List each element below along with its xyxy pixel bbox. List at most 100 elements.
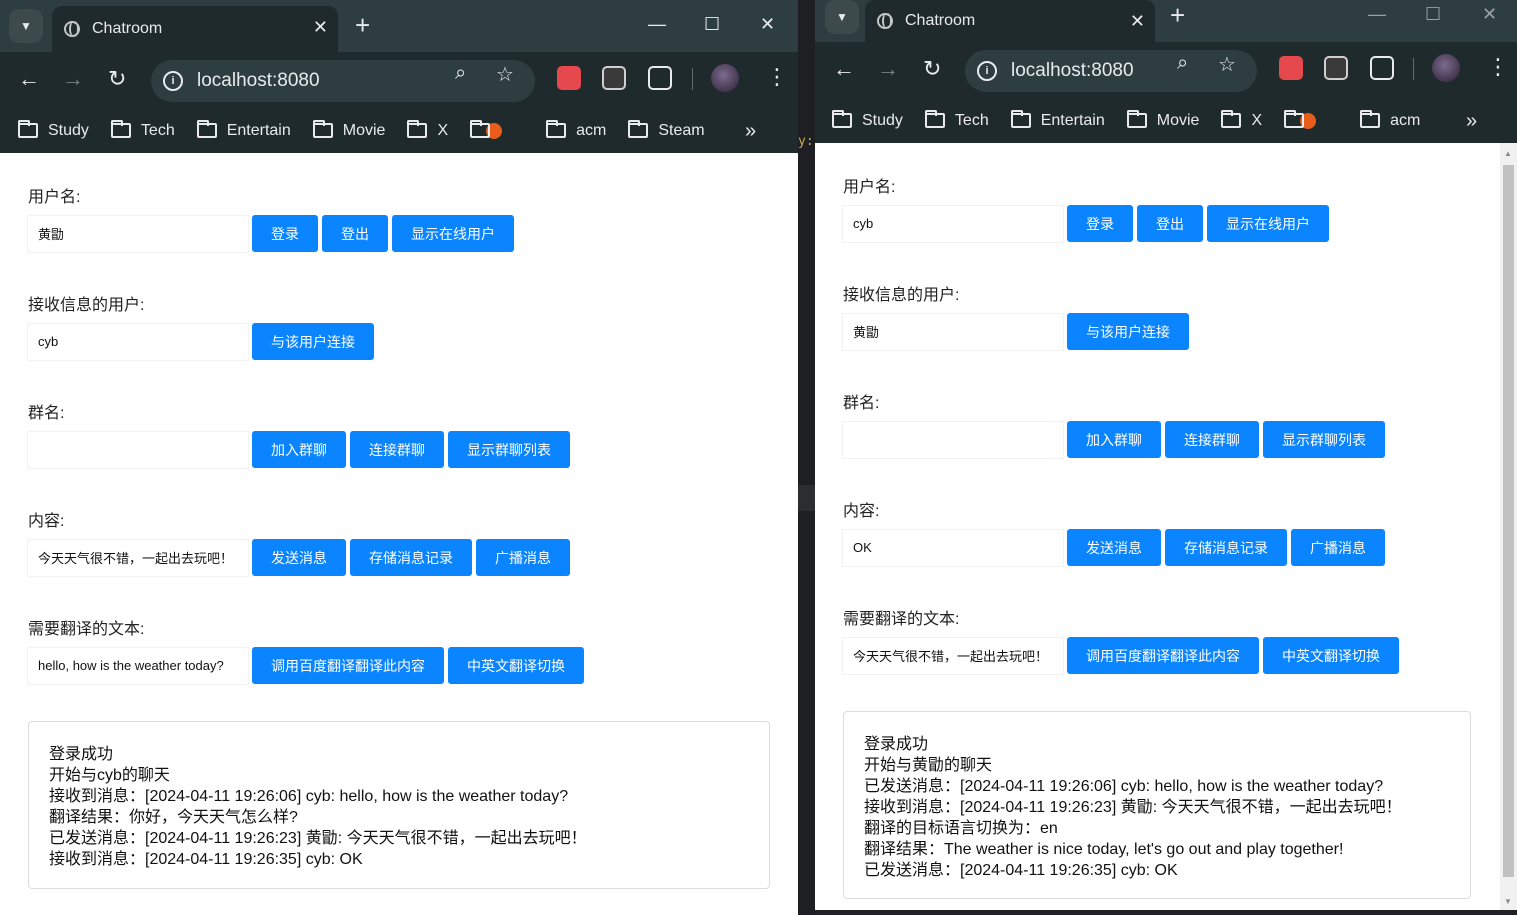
bookmark-movie[interactable]: Movie: [312, 120, 385, 140]
info-icon[interactable]: i: [977, 61, 997, 81]
join-group-button[interactable]: 加入群聊: [252, 431, 346, 468]
connect-user-button[interactable]: 与该用户连接: [252, 323, 374, 360]
send-message-button[interactable]: 发送消息: [1067, 529, 1161, 566]
bookmark-x[interactable]: X: [407, 120, 448, 140]
more-icon[interactable]: ⋮: [766, 64, 788, 90]
folder-icon: [470, 120, 491, 138]
log-line: 已发送消息：[2024-04-11 19:26:23] 黄勖: 今天天气很不错，…: [49, 830, 587, 847]
folder-icon: [924, 110, 945, 128]
bookmark-study[interactable]: Study: [18, 120, 89, 140]
receiver-input[interactable]: [843, 313, 1063, 350]
show-online-users-button[interactable]: 显示在线用户: [392, 215, 514, 252]
send-message-button[interactable]: 发送消息: [252, 539, 346, 576]
more-icon[interactable]: ⋮: [1487, 54, 1509, 80]
bookmark-acm[interactable]: acm: [546, 120, 606, 140]
window-close-icon[interactable]: ✕: [1482, 4, 1497, 25]
baidu-translate-button[interactable]: 调用百度翻译翻译此内容: [1067, 637, 1259, 674]
bookmark-study[interactable]: Study: [832, 110, 903, 130]
translate-input[interactable]: [28, 647, 248, 684]
chevron-down-icon[interactable]: ▼: [9, 9, 43, 43]
extension-icon[interactable]: [1370, 56, 1394, 80]
minimize-icon[interactable]: —: [648, 14, 666, 35]
bookmark-acm[interactable]: acm: [1360, 110, 1420, 130]
minimize-icon[interactable]: —: [1368, 4, 1386, 25]
connect-group-button[interactable]: 连接群聊: [1165, 421, 1259, 458]
back-icon[interactable]: ←: [833, 56, 855, 82]
bookmark-x[interactable]: X: [1221, 110, 1262, 130]
content-input[interactable]: [843, 529, 1063, 566]
star-icon[interactable]: ☆: [1218, 52, 1236, 77]
address-bar[interactable]: i localhost:8080: [151, 60, 535, 102]
maximize-icon[interactable]: ☐: [704, 14, 720, 35]
content-input[interactable]: [28, 539, 248, 576]
bookmark-steam[interactable]: Steam: [628, 120, 705, 140]
logout-button[interactable]: 登出: [322, 215, 388, 252]
show-groups-button[interactable]: 显示群聊列表: [1263, 421, 1385, 458]
connect-group-button[interactable]: 连接群聊: [350, 431, 444, 468]
search-extension-icon[interactable]: [1279, 56, 1303, 80]
bookmark-entertain[interactable]: Entertain: [1010, 110, 1105, 130]
profile-avatar[interactable]: [711, 64, 739, 92]
extension-icon[interactable]: [648, 66, 672, 90]
broadcast-button[interactable]: 广播消息: [1291, 529, 1385, 566]
translate-label: 需要翻译的文本:: [843, 611, 960, 628]
username-input[interactable]: [28, 215, 248, 252]
bookmark-fox[interactable]: [1284, 110, 1338, 129]
scroll-down-icon[interactable]: ▼: [1504, 897, 1512, 906]
plus-icon[interactable]: +: [1170, 0, 1185, 31]
forward-icon[interactable]: →: [62, 66, 84, 92]
log-line: 接收到消息：[2024-04-11 19:26:23] 黄勖: 今天天气很不错，…: [864, 799, 1402, 816]
toggle-language-button[interactable]: 中英文翻译切换: [448, 647, 584, 684]
back-icon[interactable]: ←: [18, 66, 40, 92]
folder-icon: [110, 120, 131, 138]
reader-extension-icon[interactable]: [1324, 56, 1348, 80]
group-input[interactable]: [28, 431, 248, 468]
message-log: 登录成功 开始与黄勖的聊天 已发送消息：[2024-04-11 19:26:06…: [843, 711, 1471, 899]
reload-icon[interactable]: ↻: [923, 56, 941, 82]
show-online-users-button[interactable]: 显示在线用户: [1207, 205, 1329, 242]
scrollbar-thumb[interactable]: [1503, 165, 1514, 877]
zoom-icon[interactable]: ⌕: [455, 62, 466, 85]
window-close-icon[interactable]: ✕: [760, 14, 775, 35]
tab-chatroom[interactable]: Chatroom ✕: [865, 0, 1155, 42]
profile-avatar[interactable]: [1432, 54, 1460, 82]
info-icon[interactable]: i: [163, 71, 183, 91]
tab-chatroom[interactable]: Chatroom ✕: [52, 6, 338, 52]
group-input[interactable]: [843, 421, 1063, 458]
login-button[interactable]: 登录: [1067, 205, 1133, 242]
translate-input[interactable]: [843, 637, 1063, 674]
receiver-input[interactable]: [28, 323, 248, 360]
bookmarks-overflow-icon[interactable]: »: [1466, 110, 1477, 133]
close-icon[interactable]: ✕: [1130, 11, 1145, 32]
broadcast-button[interactable]: 广播消息: [476, 539, 570, 576]
store-history-button[interactable]: 存储消息记录: [350, 539, 472, 576]
bookmark-movie[interactable]: Movie: [1126, 110, 1199, 130]
chevron-down-icon[interactable]: ▼: [825, 0, 859, 34]
bookmark-entertain[interactable]: Entertain: [196, 120, 291, 140]
store-history-button[interactable]: 存储消息记录: [1165, 529, 1287, 566]
toggle-language-button[interactable]: 中英文翻译切换: [1263, 637, 1399, 674]
reload-icon[interactable]: ↻: [108, 66, 126, 92]
page-scrollbar[interactable]: ▲ ▼: [1500, 143, 1517, 910]
logout-button[interactable]: 登出: [1137, 205, 1203, 242]
bookmark-tech[interactable]: Tech: [924, 110, 989, 130]
baidu-translate-button[interactable]: 调用百度翻译翻译此内容: [252, 647, 444, 684]
star-icon[interactable]: ☆: [496, 62, 514, 87]
search-extension-icon[interactable]: [557, 66, 581, 90]
join-group-button[interactable]: 加入群聊: [1067, 421, 1161, 458]
maximize-icon[interactable]: ☐: [1425, 4, 1441, 25]
plus-icon[interactable]: +: [355, 10, 370, 41]
zoom-icon[interactable]: ⌕: [1177, 52, 1188, 75]
close-icon[interactable]: ✕: [313, 17, 328, 38]
connect-user-button[interactable]: 与该用户连接: [1067, 313, 1189, 350]
show-groups-button[interactable]: 显示群聊列表: [448, 431, 570, 468]
bookmark-fox[interactable]: [470, 120, 524, 139]
forward-icon[interactable]: →: [877, 56, 899, 82]
bookmark-tech[interactable]: Tech: [110, 120, 175, 140]
reader-extension-icon[interactable]: [602, 66, 626, 90]
address-bar[interactable]: i localhost:8080: [965, 50, 1257, 92]
username-input[interactable]: [843, 205, 1063, 242]
bookmarks-overflow-icon[interactable]: »: [745, 120, 756, 143]
scroll-up-icon[interactable]: ▲: [1504, 149, 1512, 158]
login-button[interactable]: 登录: [252, 215, 318, 252]
